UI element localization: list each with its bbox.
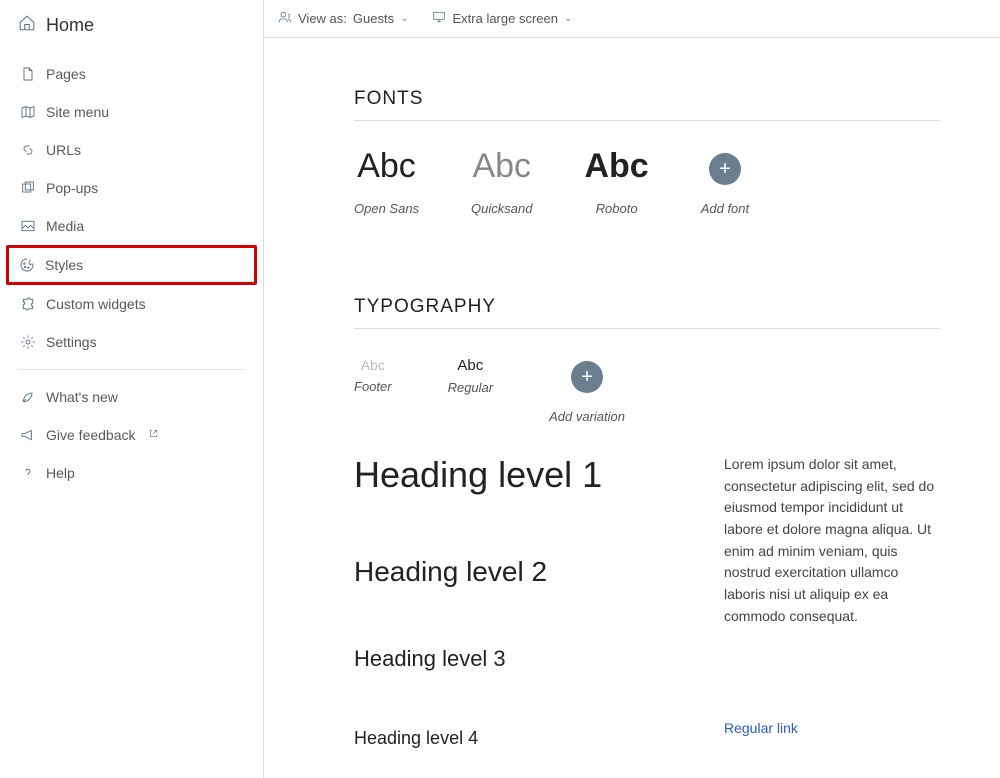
typography-section: TYPOGRAPHY Abc Footer Abc Regular + Add … [354,296,940,778]
nav-list-main2: Custom widgets Settings [0,285,263,361]
nav-list-footer: What's new Give feedback Help [0,378,263,492]
heading-1: Heading level 1 [354,454,654,496]
nav-label: Site menu [46,104,109,120]
nav-label: Pop-ups [46,180,98,196]
nav-label: Media [46,218,84,234]
nav-item-widgets[interactable]: Custom widgets [10,285,253,323]
nav-item-popups[interactable]: Pop-ups [10,169,253,207]
map-icon [20,104,36,120]
plus-icon: + [571,361,603,393]
nav-item-help[interactable]: Help [10,454,253,492]
gear-icon [20,334,36,350]
nav-divider [18,369,245,370]
lorem-paragraph: Lorem ipsum dolor sit amet, consectetur … [724,454,940,628]
font-tile-quicksand[interactable]: Abc Quicksand [471,149,532,216]
font-sample: Abc [584,149,648,183]
nav-label: Help [46,465,75,481]
variation-tile-regular[interactable]: Abc Regular [448,357,494,395]
monitor-icon [432,10,446,27]
fonts-title: FONTS [354,88,940,110]
add-font-label: Add font [701,201,749,216]
nav-label: Custom widgets [46,296,146,312]
nav-list-main: Pages Site menu URLs Pop-ups Media [0,55,263,245]
nav-item-styles[interactable]: Styles [9,248,254,282]
external-link-icon [148,428,159,442]
main-area: View as: Guests ⌄ Extra large screen ⌄ F… [264,0,1000,778]
fonts-section: FONTS Abc Open Sans Abc Quicksand Abc Ro… [354,88,940,216]
view-as-dropdown[interactable]: View as: Guests ⌄ [278,10,408,27]
nav-item-urls[interactable]: URLs [10,131,253,169]
font-name: Open Sans [354,201,419,216]
heading-4: Heading level 4 [354,728,654,749]
plus-icon: + [709,153,741,185]
view-as-value: Guests [353,11,394,26]
font-name: Quicksand [471,201,532,216]
image-icon [20,218,36,234]
nav-label: Styles [45,257,83,273]
chevron-down-icon: ⌄ [400,13,408,24]
add-font-button[interactable]: + Add font [701,149,749,216]
font-tile-roboto[interactable]: Abc Roboto [584,149,648,216]
content-scroll[interactable]: FONTS Abc Open Sans Abc Quicksand Abc Ro… [264,38,1000,778]
puzzle-icon [20,296,36,312]
typography-variations-row: Abc Footer Abc Regular + Add variation [354,357,940,424]
view-as-prefix: View as: [298,11,347,26]
popup-icon [20,180,36,196]
regular-link[interactable]: Regular link [724,718,798,740]
rocket-icon [20,389,36,405]
topbar: View as: Guests ⌄ Extra large screen ⌄ [264,0,1000,38]
page-icon [20,66,36,82]
megaphone-icon [20,427,36,443]
highlight-styles: Styles [6,245,257,285]
nav-label: Settings [46,334,97,350]
nav-item-sitemenu[interactable]: Site menu [10,93,253,131]
variation-name: Regular [448,380,494,395]
typography-title: TYPOGRAPHY [354,296,940,318]
home-icon [18,14,36,37]
sidebar-title: Home [46,15,94,36]
add-variation-label: Add variation [549,409,625,424]
palette-icon [19,257,35,273]
chevron-down-icon: ⌄ [564,13,572,24]
font-name: Roboto [584,201,648,216]
section-divider [354,120,940,121]
section-divider [354,328,940,329]
nav-item-media[interactable]: Media [10,207,253,245]
variation-sample: Abc [448,357,494,374]
nav-item-whatsnew[interactable]: What's new [10,378,253,416]
nav-item-feedback[interactable]: Give feedback [10,416,253,454]
sidebar-home[interactable]: Home [0,14,263,55]
heading-2: Heading level 2 [354,556,654,588]
font-sample: Abc [471,149,532,183]
link-icon [20,142,36,158]
screen-value: Extra large screen [452,11,558,26]
nav-item-pages[interactable]: Pages [10,55,253,93]
user-icon [278,10,292,27]
typography-preview: Heading level 1 Heading level 2 Heading … [354,454,940,778]
headings-column: Heading level 1 Heading level 2 Heading … [354,454,654,778]
help-icon [20,465,36,481]
sidebar: Home Pages Site menu URLs Pop-ups Media … [0,0,264,778]
nav-label: What's new [46,389,118,405]
variation-name: Footer [354,379,392,394]
nav-label: Pages [46,66,86,82]
heading-3: Heading level 3 [354,646,654,672]
variation-tile-footer[interactable]: Abc Footer [354,357,392,394]
add-variation-button[interactable]: + Add variation [549,357,625,424]
nav-label: URLs [46,142,81,158]
nav-label: Give feedback [46,427,136,443]
body-text-column: Lorem ipsum dolor sit amet, consectetur … [724,454,940,778]
font-sample: Abc [354,149,419,183]
nav-item-settings[interactable]: Settings [10,323,253,361]
fonts-row: Abc Open Sans Abc Quicksand Abc Roboto +… [354,149,940,216]
screen-size-dropdown[interactable]: Extra large screen ⌄ [432,10,572,27]
variation-sample: Abc [354,357,392,373]
font-tile-opensans[interactable]: Abc Open Sans [354,149,419,216]
